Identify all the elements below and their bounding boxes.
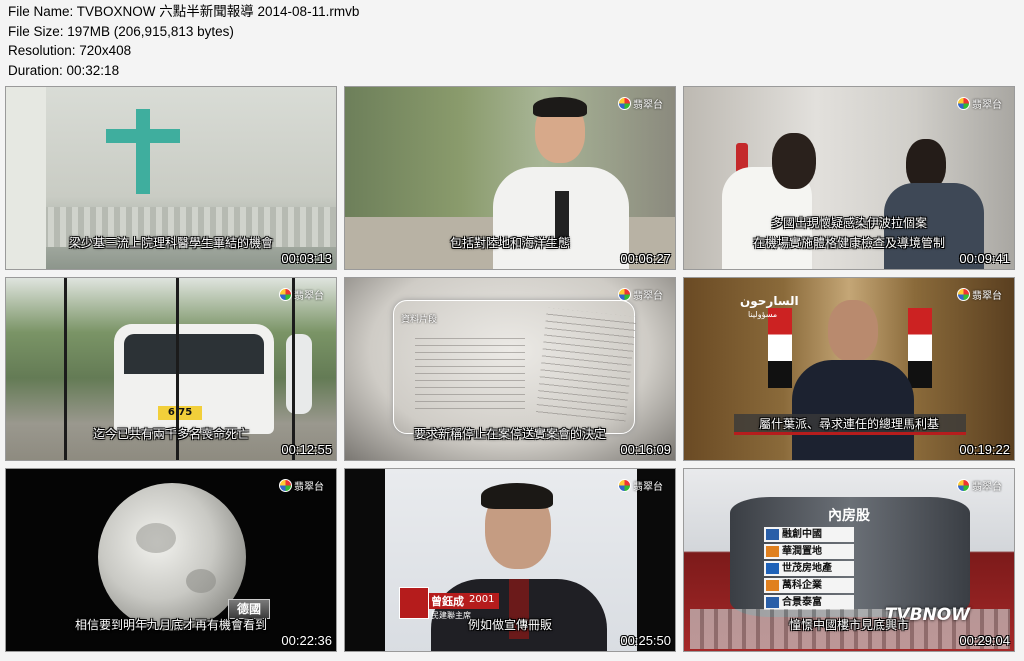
- year-label: 2001: [469, 594, 495, 605]
- file-name: File Name: TVBOXNOW 六點半新聞報導 2014-08-11.r…: [8, 4, 360, 19]
- tvb-logo-icon: [618, 97, 631, 110]
- stock-name: 世茂房地產: [782, 563, 832, 574]
- speaker-name: 曾鈺成: [431, 595, 464, 608]
- subtitle: 例如做宣傳冊販: [467, 618, 552, 632]
- channel-logo: 翡翠台: [957, 287, 1002, 302]
- subtitle: 包括對陸地和海洋生態: [449, 236, 570, 250]
- stock-logo-icon: [766, 597, 779, 608]
- channel-logo: 翡翠台: [957, 96, 1002, 111]
- channel-logo: 翡翠台: [957, 478, 1002, 493]
- timestamp: 00:29:04: [959, 633, 1010, 648]
- thumbnail-6[interactable]: السارحون مسؤولينا 翡翠台 屬什葉派、尋求連任的總理馬利基 00…: [683, 277, 1015, 461]
- stock-name: 合景泰富: [782, 597, 822, 608]
- timestamp: 00:06:27: [620, 251, 671, 266]
- cross-icon: [136, 109, 150, 194]
- resolution: Resolution: 720x408: [8, 43, 132, 58]
- newspaper-icon: [399, 587, 429, 619]
- stock-item: 華潤置地: [764, 544, 854, 559]
- tvb-logo-icon: [618, 288, 631, 301]
- tvb-logo-icon: [957, 288, 970, 301]
- stock-item: 萬科企業: [764, 578, 854, 593]
- thumbnail-4[interactable]: 6 75 翡翠台 迄今已共有兩千多名喪命死亡 00:12:55: [5, 277, 337, 461]
- speaker-face: [828, 300, 878, 362]
- thumbnail-2[interactable]: 翡翠台 包括對陸地和海洋生態 00:06:27: [344, 86, 676, 270]
- thumbnail-8[interactable]: 曾鈺成 2001 民建聯主席 翡翠台 例如做宣傳冊販 00:25:50: [344, 468, 676, 652]
- stock-logo-icon: [766, 580, 779, 591]
- subtitle: 要求新稱停止在案停送實案會的決定: [413, 427, 606, 441]
- tvb-logo-icon: [957, 97, 970, 110]
- archive-label: 資料片段: [401, 315, 438, 325]
- thumbnail-5[interactable]: 資料片段 翡翠台 要求新稱停止在案停送實案會的決定 00:16:09: [344, 277, 676, 461]
- subtitle: 梁少基三流上院理科醫學生畢結的機會: [68, 236, 273, 250]
- moon: [98, 483, 246, 631]
- file-info: File Name: TVBOXNOW 六點半新聞報導 2014-08-11.r…: [8, 2, 359, 80]
- stock-name: 融創中國: [782, 529, 822, 540]
- license-plate: 6 75: [158, 406, 202, 420]
- duration: Duration: 00:32:18: [8, 62, 120, 78]
- flag-icon: [768, 308, 792, 388]
- timestamp: 00:03:13: [281, 251, 332, 266]
- timestamp: 00:09:41: [959, 251, 1010, 266]
- thumbnail-7[interactable]: 德國 翡翠台 相信要到明年九月底才再有機會看到 00:22:36: [5, 468, 337, 652]
- subtitle: 相信要到明年九月底才再有機會看到: [74, 618, 267, 632]
- tvb-logo-icon: [618, 479, 631, 492]
- stock-item: 世茂房地產: [764, 561, 854, 576]
- person-head: [772, 133, 816, 189]
- timestamp: 00:25:50: [620, 633, 671, 648]
- subtitle: 多國出現懷疑感染伊波拉個案: [770, 216, 927, 230]
- channel-logo: 翡翠台: [279, 287, 324, 302]
- thumbnail-3[interactable]: 翡翠台 多國出現懷疑感染伊波拉個案 在機場實施體格健康檢查及導境管制 00:09…: [683, 86, 1015, 270]
- channel-logo: 翡翠台: [618, 478, 663, 493]
- tvb-logo-icon: [279, 288, 292, 301]
- tvb-logo-icon: [279, 479, 292, 492]
- channel-logo: 翡翠台: [618, 96, 663, 111]
- board-title: 內房股: [828, 508, 870, 524]
- timestamp: 00:16:09: [620, 442, 671, 457]
- stock-item: 合景泰富: [764, 595, 854, 610]
- timestamp: 00:19:22: [959, 442, 1010, 457]
- stock-item: 融創中國: [764, 527, 854, 542]
- channel-logo: 翡翠台: [279, 478, 324, 493]
- stock-name: 華潤置地: [782, 546, 822, 557]
- channel-logo: 翡翠台: [618, 287, 663, 302]
- timestamp: 00:12:55: [281, 442, 332, 457]
- arabic-channel-logo: السارحون: [740, 294, 799, 308]
- subtitle-line-2: 在機場實施體格健康檢查及導境管制: [752, 236, 945, 250]
- stock-logo-icon: [766, 563, 779, 574]
- tvb-logo-icon: [957, 479, 970, 492]
- subtitle: 憧憬中國樓市見底興市: [788, 618, 909, 632]
- stock-name: 萬科企業: [782, 580, 822, 591]
- thumbnail-9[interactable]: 內房股 融創中國 華潤置地 世茂房地產 萬科企業 合景泰富 TVBNOW 翡翠台 憧憬中…: [683, 468, 1015, 652]
- stock-list: 融創中國華潤置地世茂房地產萬科企業合景泰富: [764, 527, 854, 612]
- subtitle: 迄今已共有兩千多名喪命死亡: [92, 427, 249, 441]
- file-size: File Size: 197MB (206,915,813 bytes): [8, 23, 234, 39]
- timestamp: 00:22:36: [281, 633, 332, 648]
- stock-logo-icon: [766, 529, 779, 540]
- thumbnail-1[interactable]: 梁少基三流上院理科醫學生畢結的機會 00:03:13: [5, 86, 337, 270]
- stock-logo-icon: [766, 546, 779, 557]
- subtitle: 屬什葉派、尋求連任的總理馬利基: [758, 417, 939, 431]
